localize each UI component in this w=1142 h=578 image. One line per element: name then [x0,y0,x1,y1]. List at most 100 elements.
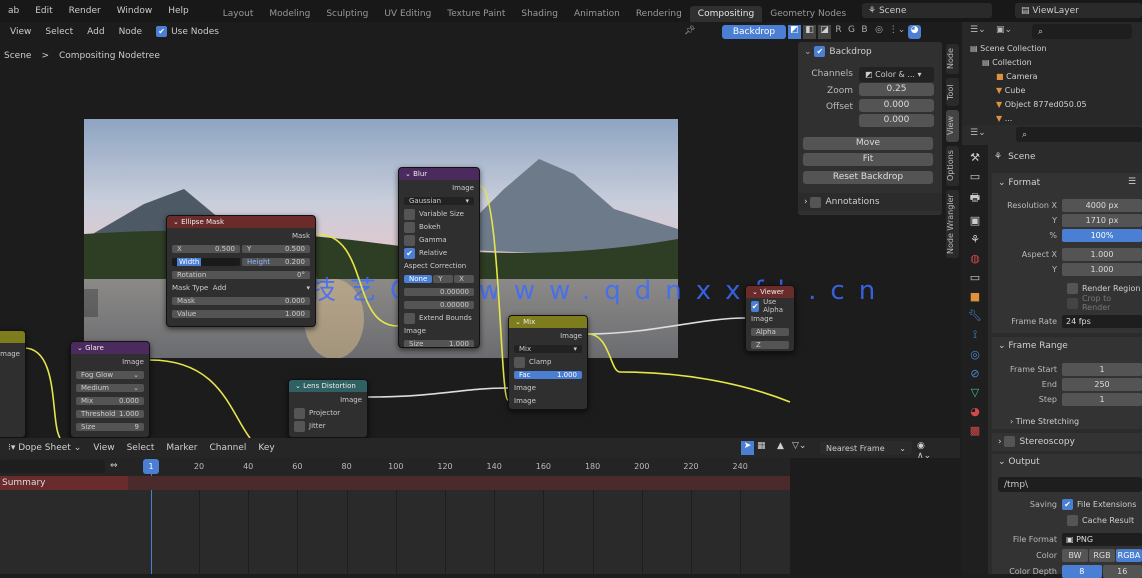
collection-icon[interactable]: ▭ [970,271,980,284]
node-header[interactable]: ⌄ Viewer [746,286,794,298]
editor-type-icon[interactable]: ☰⌄ [970,128,986,138]
color-icon[interactable]: ◧ [803,25,816,39]
filter-icon[interactable]: ▣⌄ [996,25,1012,35]
presets-icon[interactable]: ☰ [1128,177,1136,187]
tab-view[interactable]: View [946,110,959,142]
fit-button[interactable]: Fit [803,153,933,166]
scene-selector[interactable]: ⚘ Scene [862,3,992,18]
frame-step-field[interactable]: 1 [1062,393,1142,406]
particles-icon[interactable]: ⟟ [973,328,977,342]
node-viewer[interactable]: ⌄ Viewer ✔Use Alpha Image Alpha Z [745,285,795,352]
jitter-checkbox[interactable]: Jitter [294,421,362,431]
resolution-percent-field[interactable]: 100% [1062,229,1142,242]
frame-end-field[interactable]: 250 [1062,378,1142,391]
time-stretching-header[interactable]: › Time Stretching [1010,417,1079,426]
aspect-y-field[interactable]: 1.000 [1062,263,1142,276]
menu-view[interactable]: View [93,443,114,453]
x-field[interactable]: X0.500 [172,245,240,253]
node-mix[interactable]: ⌄ Mix Image Mix▾ Clamp Fac1.000 Image Im… [508,315,588,410]
size-input[interactable]: Size1.000 [404,340,474,348]
snap-icon[interactable]: ⋮⌄ [888,25,906,39]
sync-icon[interactable]: ⇔ [110,461,118,471]
cache-result-checkbox[interactable]: Cache Result [992,513,1142,527]
use-nodes-toggle[interactable]: ✔Use Nodes [156,26,219,37]
resolution-x-field[interactable]: 4000 px [1062,199,1142,212]
quality-dropdown[interactable]: Medium⌄ [76,384,144,392]
object-icon[interactable]: ■ [970,290,980,303]
tab-options[interactable]: Options [946,146,959,186]
stereoscopy-header[interactable]: › Stereoscopy [998,436,1075,447]
use-alpha-checkbox[interactable]: ✔Use Alpha [751,301,789,311]
alpha-icon[interactable]: ◪ [818,25,831,39]
data-icon[interactable]: ▽ [971,386,979,399]
fac-field[interactable]: Fac1.000 [514,371,582,379]
tab-workspace-2[interactable]: Sculpting [318,6,376,22]
current-frame-indicator[interactable]: 1 [143,459,159,474]
menu-help[interactable]: Help [160,6,197,16]
crop-checkbox[interactable]: Crop to Render [992,296,1142,310]
channel-summary[interactable]: Summary [0,476,128,490]
node-partial-left[interactable]: Image [0,330,26,438]
tab-workspace-0[interactable]: Layout [215,6,262,22]
output-icon[interactable]: 🖶︎ [970,189,980,208]
backdrop-panel-header[interactable]: ⌄ ✔Backdrop [804,46,872,57]
filter-type-dropdown[interactable]: Gaussian▾ [404,197,474,205]
value-input[interactable]: Value1.000 [172,310,310,318]
blur-x-field[interactable]: 0.00000 [404,288,474,296]
modifier-icon[interactable]: 🔧︎ [968,309,982,322]
color-rgba[interactable]: RGBA [1116,549,1142,562]
tab-workspace-8[interactable]: Compositing [690,6,762,22]
depth-8[interactable]: 8 [1062,565,1102,578]
gizmo-icon[interactable]: ◕ [908,25,921,39]
node-header[interactable]: ⌄ Lens Distortion [289,380,367,392]
node-lens-distortion[interactable]: ⌄ Lens Distortion Image Projector Jitter [288,379,368,438]
view-layer-icon[interactable]: ▣ [970,214,980,227]
node-header[interactable]: ⌄ Ellipse Mask [167,216,315,228]
menu-add[interactable]: Add [87,27,104,37]
tab-node-wrangler[interactable]: Node Wrangler [946,190,959,258]
physics-icon[interactable]: ◎ [970,348,980,361]
tab-workspace-9[interactable]: Geometry Nodes [762,6,854,22]
y-field[interactable]: Y0.500 [242,245,310,253]
scene-icon[interactable]: ⚘ [970,233,980,246]
zoom-field[interactable]: 0.25 [859,83,934,96]
overlay-icon[interactable]: ◎ [872,25,886,39]
outliner-item[interactable]: ▤ Scene Collection [970,44,1047,53]
width-field[interactable]: Width [172,258,240,266]
menu-channel[interactable]: Channel [209,443,246,453]
gamma-checkbox[interactable]: Gamma [404,235,474,245]
reset-backdrop-button[interactable]: Reset Backdrop [803,171,933,184]
channels-dropdown[interactable]: ◩ Color & ... ▾ [859,67,934,82]
channel-r[interactable]: R [833,25,844,39]
extend-bounds-checkbox[interactable]: Extend Bounds [404,313,474,323]
snap-dropdown[interactable]: Nearest Frame⌄ [820,441,912,455]
mask-input[interactable]: Mask0.000 [172,297,310,305]
bokeh-checkbox[interactable]: Bokeh [404,222,474,232]
outliner-item[interactable]: ▼ Object 877ed050.05 [996,100,1087,109]
proportional-icon[interactable]: ◉ ∧⌄ [917,441,931,461]
menu-render[interactable]: Render [61,6,109,16]
tab-node[interactable]: Node [946,44,959,74]
menu-select[interactable]: Select [45,27,73,37]
projector-checkbox[interactable]: Projector [294,408,362,418]
editor-type-dropdown[interactable]: ⁝▾ Dope Sheet ⌄ [8,443,81,453]
resolution-y-field[interactable]: 1710 px [1062,214,1142,227]
backdrop-toggle[interactable]: Backdrop [722,25,786,39]
node-header[interactable]: ⌄ Blur [399,168,479,180]
tab-workspace-5[interactable]: Shading [513,6,566,22]
menu-select[interactable]: Select [127,443,155,453]
outliner-item[interactable]: ■ Camera [996,72,1038,81]
channel-b[interactable]: B [859,25,870,39]
color-alpha-icon[interactable]: ◩ [788,25,801,39]
aspect-x-field[interactable]: 1.000 [1062,248,1142,261]
tab-workspace-7[interactable]: Rendering [628,6,690,22]
relative-checkbox[interactable]: ✔Relative [404,248,474,258]
outliner-search[interactable]: ⌕ [1032,24,1132,39]
world-icon[interactable]: ◍ [970,252,980,265]
channel-g[interactable]: G [846,25,857,39]
frame-range-header[interactable]: ⌄ Frame Range [998,341,1068,351]
height-field[interactable]: Height0.200 [242,258,310,266]
display-mode-icon[interactable]: ☰⌄ [970,25,986,35]
move-button[interactable]: Move [803,137,933,150]
menu-key[interactable]: Key [258,443,274,453]
